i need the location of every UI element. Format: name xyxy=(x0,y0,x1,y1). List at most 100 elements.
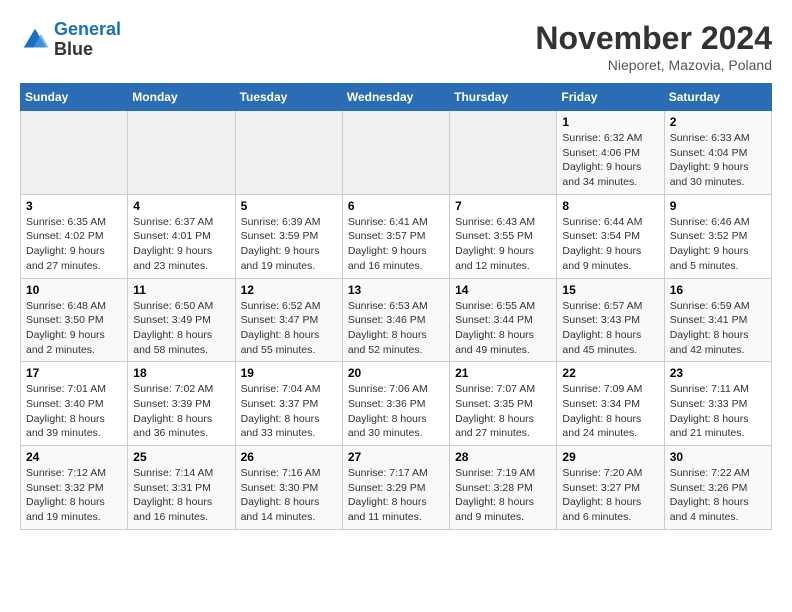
day-info: Sunrise: 6:44 AM Sunset: 3:54 PM Dayligh… xyxy=(562,215,658,274)
page-header: General Blue November 2024 Nieporet, Maz… xyxy=(20,20,772,73)
calendar-cell: 1 Sunrise: 6:32 AM Sunset: 4:06 PM Daylig… xyxy=(557,111,664,195)
calendar-cell: 25 Sunrise: 7:14 AM Sunset: 3:31 PM Dayli… xyxy=(128,446,235,530)
day-number: 16 xyxy=(670,283,766,297)
calendar-week-row: 24 Sunrise: 7:12 AM Sunset: 3:32 PM Dayli… xyxy=(21,446,772,530)
calendar-cell: 13 Sunrise: 6:53 AM Sunset: 3:46 PM Dayli… xyxy=(342,278,449,362)
calendar-cell xyxy=(450,111,557,195)
calendar-cell: 9 Sunrise: 6:46 AM Sunset: 3:52 PM Daylig… xyxy=(664,194,771,278)
calendar-week-row: 3Sunrise: 6:35 AM Sunset: 4:02 PM Daylig… xyxy=(21,194,772,278)
day-info: Sunrise: 6:43 AM Sunset: 3:55 PM Dayligh… xyxy=(455,215,551,274)
calendar-cell: 4Sunrise: 6:37 AM Sunset: 4:01 PM Daylig… xyxy=(128,194,235,278)
day-number: 29 xyxy=(562,450,658,464)
day-info: Sunrise: 7:11 AM Sunset: 3:33 PM Dayligh… xyxy=(670,382,766,441)
day-info: Sunrise: 7:02 AM Sunset: 3:39 PM Dayligh… xyxy=(133,382,229,441)
day-info: Sunrise: 7:17 AM Sunset: 3:29 PM Dayligh… xyxy=(348,466,444,525)
calendar-cell: 11Sunrise: 6:50 AM Sunset: 3:49 PM Dayli… xyxy=(128,278,235,362)
day-number: 24 xyxy=(26,450,122,464)
day-info: Sunrise: 6:33 AM Sunset: 4:04 PM Dayligh… xyxy=(670,131,766,190)
day-number: 9 xyxy=(670,199,766,213)
day-info: Sunrise: 7:07 AM Sunset: 3:35 PM Dayligh… xyxy=(455,382,551,441)
calendar-cell xyxy=(128,111,235,195)
calendar-cell: 5 Sunrise: 6:39 AM Sunset: 3:59 PM Daylig… xyxy=(235,194,342,278)
calendar-cell: 27 Sunrise: 7:17 AM Sunset: 3:29 PM Dayli… xyxy=(342,446,449,530)
day-info: Sunrise: 6:57 AM Sunset: 3:43 PM Dayligh… xyxy=(562,299,658,358)
calendar-cell: 30 Sunrise: 7:22 AM Sunset: 3:26 PM Dayli… xyxy=(664,446,771,530)
calendar-cell: 19Sunrise: 7:04 AM Sunset: 3:37 PM Dayli… xyxy=(235,362,342,446)
day-number: 23 xyxy=(670,366,766,380)
day-number: 28 xyxy=(455,450,551,464)
day-number: 1 xyxy=(562,115,658,129)
day-info: Sunrise: 7:06 AM Sunset: 3:36 PM Dayligh… xyxy=(348,382,444,441)
weekday-header: Wednesday xyxy=(342,84,449,111)
day-number: 7 xyxy=(455,199,551,213)
calendar-cell: 23 Sunrise: 7:11 AM Sunset: 3:33 PM Dayli… xyxy=(664,362,771,446)
calendar-cell: 2 Sunrise: 6:33 AM Sunset: 4:04 PM Daylig… xyxy=(664,111,771,195)
month-title: November 2024 xyxy=(535,20,772,57)
day-number: 5 xyxy=(241,199,337,213)
logo-icon xyxy=(20,25,50,55)
day-number: 15 xyxy=(562,283,658,297)
weekday-header: Thursday xyxy=(450,84,557,111)
calendar-cell: 22 Sunrise: 7:09 AM Sunset: 3:34 PM Dayli… xyxy=(557,362,664,446)
calendar-cell: 12 Sunrise: 6:52 AM Sunset: 3:47 PM Dayli… xyxy=(235,278,342,362)
day-info: Sunrise: 7:19 AM Sunset: 3:28 PM Dayligh… xyxy=(455,466,551,525)
day-info: Sunrise: 7:14 AM Sunset: 3:31 PM Dayligh… xyxy=(133,466,229,525)
day-info: Sunrise: 6:59 AM Sunset: 3:41 PM Dayligh… xyxy=(670,299,766,358)
day-number: 27 xyxy=(348,450,444,464)
day-number: 11 xyxy=(133,283,229,297)
weekday-header: Sunday xyxy=(21,84,128,111)
day-number: 10 xyxy=(26,283,122,297)
calendar-cell: 3Sunrise: 6:35 AM Sunset: 4:02 PM Daylig… xyxy=(21,194,128,278)
calendar-cell xyxy=(235,111,342,195)
calendar-cell: 24 Sunrise: 7:12 AM Sunset: 3:32 PM Dayli… xyxy=(21,446,128,530)
day-info: Sunrise: 6:35 AM Sunset: 4:02 PM Dayligh… xyxy=(26,215,122,274)
weekday-header: Saturday xyxy=(664,84,771,111)
calendar-cell: 29 Sunrise: 7:20 AM Sunset: 3:27 PM Dayli… xyxy=(557,446,664,530)
day-info: Sunrise: 7:20 AM Sunset: 3:27 PM Dayligh… xyxy=(562,466,658,525)
day-info: Sunrise: 6:41 AM Sunset: 3:57 PM Dayligh… xyxy=(348,215,444,274)
weekday-header: Tuesday xyxy=(235,84,342,111)
day-number: 13 xyxy=(348,283,444,297)
day-info: Sunrise: 6:46 AM Sunset: 3:52 PM Dayligh… xyxy=(670,215,766,274)
day-number: 20 xyxy=(348,366,444,380)
calendar-table: SundayMondayTuesdayWednesdayThursdayFrid… xyxy=(20,83,772,530)
day-number: 8 xyxy=(562,199,658,213)
day-number: 17 xyxy=(26,366,122,380)
day-info: Sunrise: 7:12 AM Sunset: 3:32 PM Dayligh… xyxy=(26,466,122,525)
calendar-week-row: 1 Sunrise: 6:32 AM Sunset: 4:06 PM Daylig… xyxy=(21,111,772,195)
day-number: 19 xyxy=(241,366,337,380)
day-info: Sunrise: 7:01 AM Sunset: 3:40 PM Dayligh… xyxy=(26,382,122,441)
calendar-week-row: 10 Sunrise: 6:48 AM Sunset: 3:50 PM Dayli… xyxy=(21,278,772,362)
calendar-cell: 18Sunrise: 7:02 AM Sunset: 3:39 PM Dayli… xyxy=(128,362,235,446)
location-title: Nieporet, Mazovia, Poland xyxy=(535,57,772,73)
weekday-header: Monday xyxy=(128,84,235,111)
calendar-cell: 21Sunrise: 7:07 AM Sunset: 3:35 PM Dayli… xyxy=(450,362,557,446)
day-info: Sunrise: 6:39 AM Sunset: 3:59 PM Dayligh… xyxy=(241,215,337,274)
calendar-cell: 28 Sunrise: 7:19 AM Sunset: 3:28 PM Dayli… xyxy=(450,446,557,530)
day-info: Sunrise: 6:53 AM Sunset: 3:46 PM Dayligh… xyxy=(348,299,444,358)
day-number: 12 xyxy=(241,283,337,297)
day-number: 25 xyxy=(133,450,229,464)
day-number: 26 xyxy=(241,450,337,464)
calendar-cell xyxy=(342,111,449,195)
day-info: Sunrise: 6:32 AM Sunset: 4:06 PM Dayligh… xyxy=(562,131,658,190)
calendar-cell: 17 Sunrise: 7:01 AM Sunset: 3:40 PM Dayli… xyxy=(21,362,128,446)
calendar-cell: 7 Sunrise: 6:43 AM Sunset: 3:55 PM Daylig… xyxy=(450,194,557,278)
day-info: Sunrise: 6:48 AM Sunset: 3:50 PM Dayligh… xyxy=(26,299,122,358)
day-info: Sunrise: 6:52 AM Sunset: 3:47 PM Dayligh… xyxy=(241,299,337,358)
day-info: Sunrise: 6:37 AM Sunset: 4:01 PM Dayligh… xyxy=(133,215,229,274)
calendar-cell: 14Sunrise: 6:55 AM Sunset: 3:44 PM Dayli… xyxy=(450,278,557,362)
logo-text: General Blue xyxy=(54,20,121,60)
calendar-cell: 20 Sunrise: 7:06 AM Sunset: 3:36 PM Dayli… xyxy=(342,362,449,446)
calendar-week-row: 17 Sunrise: 7:01 AM Sunset: 3:40 PM Dayli… xyxy=(21,362,772,446)
day-number: 2 xyxy=(670,115,766,129)
day-number: 30 xyxy=(670,450,766,464)
day-info: Sunrise: 7:09 AM Sunset: 3:34 PM Dayligh… xyxy=(562,382,658,441)
calendar-header-row: SundayMondayTuesdayWednesdayThursdayFrid… xyxy=(21,84,772,111)
day-number: 22 xyxy=(562,366,658,380)
day-info: Sunrise: 7:22 AM Sunset: 3:26 PM Dayligh… xyxy=(670,466,766,525)
calendar-cell: 16 Sunrise: 6:59 AM Sunset: 3:41 PM Dayli… xyxy=(664,278,771,362)
calendar-cell: 10 Sunrise: 6:48 AM Sunset: 3:50 PM Dayli… xyxy=(21,278,128,362)
day-info: Sunrise: 6:55 AM Sunset: 3:44 PM Dayligh… xyxy=(455,299,551,358)
calendar-cell xyxy=(21,111,128,195)
